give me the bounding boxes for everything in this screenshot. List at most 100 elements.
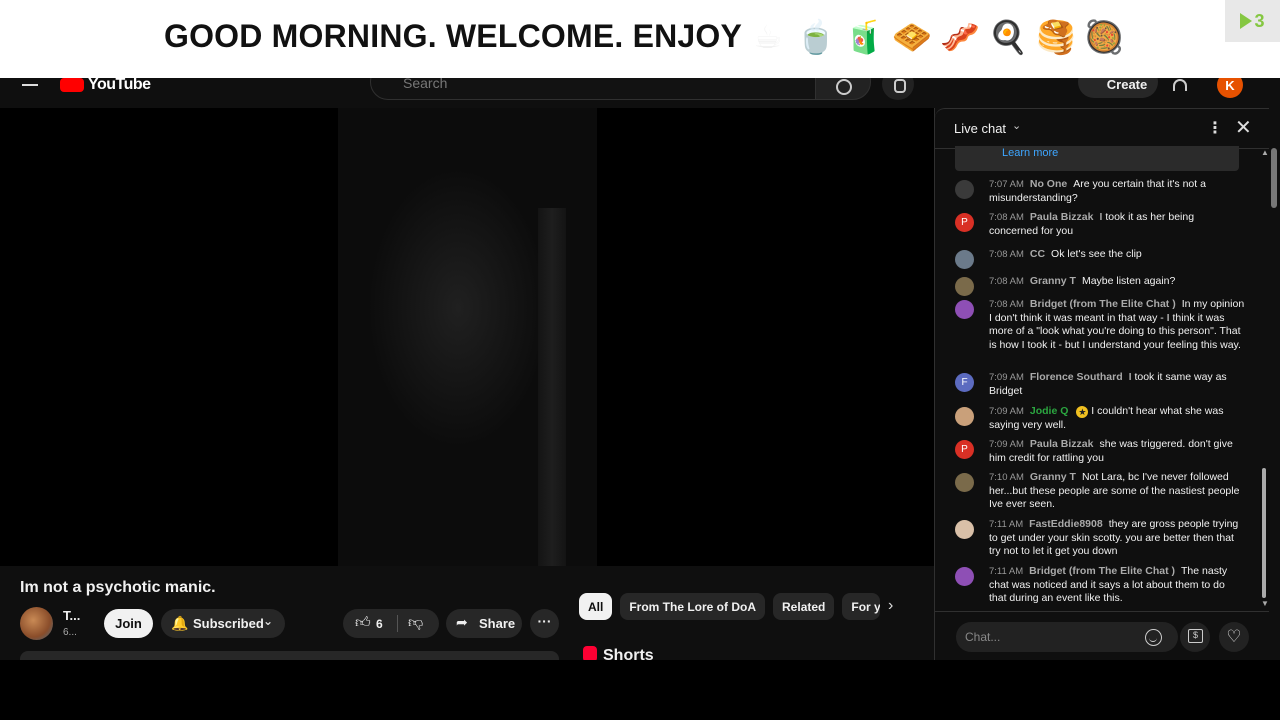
- paella-icon: 🥘: [1084, 18, 1124, 56]
- join-button[interactable]: Join: [104, 609, 153, 638]
- thumbs-up-icon[interactable]: 👍︎: [355, 614, 371, 632]
- chat-text: they are gross people trying to get unde…: [989, 518, 1239, 557]
- chat-scrollbar[interactable]: [1262, 468, 1266, 598]
- video-frame: [338, 108, 597, 566]
- chat-timestamp: 7:11 AM: [989, 519, 1024, 530]
- super-chat-icon[interactable]: [1180, 622, 1210, 652]
- filter-chips: All From The Lore of DoA Related For you: [579, 593, 881, 620]
- chat-text: Maybe listen again?: [1081, 275, 1176, 287]
- like-dislike-group: 👍︎ 6 👎︎: [343, 609, 439, 638]
- chevron-right-icon[interactable]: ›: [888, 597, 893, 615]
- chat-avatar[interactable]: [955, 567, 974, 586]
- chat-author[interactable]: No One: [1030, 178, 1067, 190]
- live-chat-title[interactable]: Live chat: [954, 121, 1006, 136]
- search-icon[interactable]: [815, 78, 871, 100]
- like-count: 6: [376, 617, 383, 631]
- more-actions-icon[interactable]: ···: [530, 609, 559, 638]
- chat-timestamp: 7:11 AM: [989, 566, 1024, 577]
- chat-message: 7:08 AM Granny T Maybe listen again?: [955, 275, 1245, 296]
- chat-notice-banner: Learn more: [955, 146, 1239, 171]
- more-options-icon[interactable]: ⋮: [1207, 118, 1223, 138]
- juice-box-icon: 🧃: [844, 18, 884, 56]
- page-scrollbar[interactable]: [1269, 108, 1280, 660]
- account-avatar[interactable]: K: [1217, 78, 1243, 98]
- banner-emoji-row: ☕ 🍵 🧃 🧇 🥓 🍳 🥞 🥘: [744, 18, 1128, 56]
- chat-message: 7:08 AM CC Ok let's see the clip: [955, 248, 1245, 269]
- chat-avatar[interactable]: [955, 300, 974, 319]
- youtube-logo-icon: [60, 78, 84, 92]
- chat-author[interactable]: Bridget (from The Elite Chat ): [1030, 298, 1176, 310]
- share-button[interactable]: ➦ Share: [446, 609, 522, 638]
- chat-timestamp: 7:08 AM: [989, 212, 1024, 223]
- bell-icon: 🔔: [171, 615, 189, 631]
- chat-message: 7:08 AM Bridget (from The Elite Chat ) In …: [955, 298, 1245, 352]
- chat-avatar[interactable]: [955, 277, 974, 296]
- pancakes-icon: 🥞: [1036, 18, 1076, 56]
- page-scrollbar-thumb[interactable]: [1271, 148, 1277, 208]
- chat-author[interactable]: Granny T: [1030, 275, 1076, 287]
- microphone-icon[interactable]: [882, 78, 914, 100]
- live-chat-panel: Live chat ⌄ ⋮ ✕ Learn more 7:07 AM No One…: [934, 108, 1280, 660]
- chat-text: I couldn't hear what she was saying very…: [989, 405, 1224, 431]
- stream-banner: GOOD MORNING. WELCOME. ENJOY ☕ 🍵 🧃 🧇 🥓 🍳 🥞 🥘 3: [0, 0, 1280, 78]
- subscribed-button[interactable]: 🔔 Subscribed ⌄: [161, 609, 285, 638]
- chat-author[interactable]: Jodie Q: [1030, 405, 1069, 417]
- frying-egg-icon: 🍳: [988, 18, 1028, 56]
- chat-timestamp: 7:10 AM: [989, 472, 1024, 483]
- close-icon[interactable]: ✕: [1235, 115, 1252, 140]
- chat-avatar[interactable]: [955, 473, 974, 492]
- waffle-icon: 🧇: [892, 18, 932, 56]
- chat-avatar[interactable]: [955, 180, 974, 199]
- chat-author[interactable]: Florence Southard: [1030, 371, 1123, 383]
- chat-timestamp: 7:08 AM: [989, 249, 1024, 260]
- chip-for-you[interactable]: For you: [842, 593, 881, 620]
- rumble-count: 3: [1254, 10, 1265, 31]
- chat-timestamp: 7:08 AM: [989, 299, 1024, 310]
- share-label: Share: [479, 616, 516, 631]
- search-input[interactable]: Search: [370, 78, 816, 100]
- chat-text: Not Lara, bc I've never followed her...b…: [989, 471, 1240, 510]
- chat-avatar[interactable]: P: [955, 440, 974, 459]
- rumble-badge: 3: [1225, 0, 1280, 42]
- chat-author[interactable]: CC: [1030, 248, 1045, 260]
- chip-related[interactable]: Related: [773, 593, 835, 620]
- scroll-down-icon[interactable]: ▼: [1261, 599, 1269, 608]
- chat-author[interactable]: Paula Bizzak: [1030, 211, 1094, 223]
- emoji-icon[interactable]: [1145, 629, 1162, 646]
- menu-icon[interactable]: [22, 84, 38, 86]
- heart-icon[interactable]: ♡: [1219, 622, 1249, 652]
- chat-avatar[interactable]: [955, 407, 974, 426]
- chat-avatar[interactable]: F: [955, 373, 974, 392]
- chat-author[interactable]: Bridget (from The Elite Chat ): [1029, 565, 1175, 577]
- learn-more-link[interactable]: Learn more: [1002, 147, 1058, 159]
- video-player[interactable]: [0, 108, 934, 566]
- member-badge-icon: ★: [1076, 406, 1089, 418]
- chip-all[interactable]: All: [579, 593, 613, 620]
- scroll-up-icon[interactable]: ▲: [1261, 148, 1269, 157]
- chat-message: 7:10 AM Granny T Not Lara, bc I've never f…: [955, 471, 1245, 512]
- chat-author[interactable]: FastEddie8908: [1029, 518, 1103, 530]
- chat-author[interactable]: Paula Bizzak: [1030, 438, 1094, 450]
- chevron-down-icon[interactable]: ⌄: [1012, 119, 1021, 132]
- description-box[interactable]: [20, 651, 559, 660]
- video-title: Im not a psychotic manic.: [20, 579, 216, 596]
- youtube-logo-text: YouTube: [88, 78, 151, 93]
- create-button[interactable]: Create: [1078, 78, 1158, 98]
- chat-avatar[interactable]: P: [955, 213, 974, 232]
- chat-avatar[interactable]: [955, 520, 974, 539]
- thumbs-down-icon[interactable]: 👎︎: [408, 614, 423, 632]
- chat-avatar[interactable]: [955, 250, 974, 269]
- youtube-logo[interactable]: YouTube: [60, 78, 151, 94]
- notifications-bell-icon[interactable]: [1173, 79, 1187, 91]
- channel-name[interactable]: T...: [63, 608, 80, 623]
- chat-input-bar: Chat... ♡: [935, 611, 1280, 660]
- share-icon: ➦: [456, 614, 468, 630]
- chat-timestamp: 7:07 AM: [989, 179, 1024, 190]
- chat-message: 7:09 AM Jodie Q ★ I couldn't hear what she…: [955, 405, 1245, 432]
- channel-subscriber-count: 6...: [63, 627, 77, 638]
- chip-from-channel[interactable]: From The Lore of DoA: [620, 593, 766, 620]
- channel-avatar[interactable]: [20, 607, 53, 640]
- chat-timestamp: 7:09 AM: [989, 406, 1024, 417]
- chat-author[interactable]: Granny T: [1030, 471, 1076, 483]
- banner-text: GOOD MORNING. WELCOME. ENJOY: [164, 18, 743, 54]
